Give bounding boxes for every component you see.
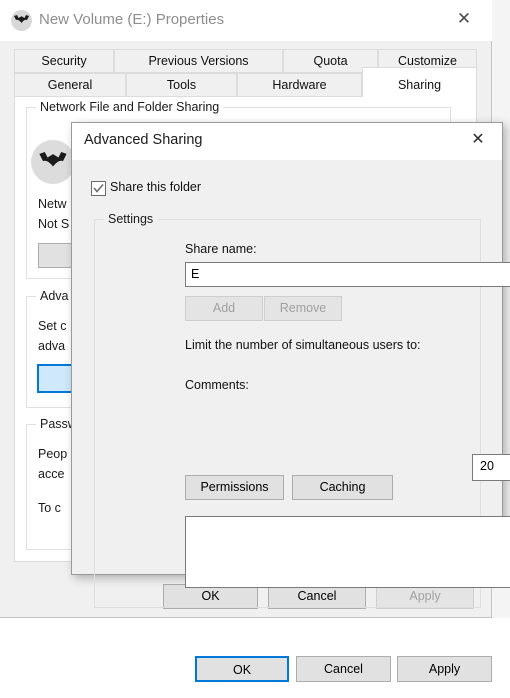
advanced-group-label: Adva — [36, 289, 73, 303]
close-icon[interactable]: ✕ — [456, 124, 500, 155]
password-text-line-1: Peop — [38, 447, 68, 461]
tab-tools[interactable]: Tools — [126, 73, 237, 97]
dialog-ok-button[interactable]: OK — [195, 656, 289, 682]
simultaneous-users-value: 20 — [480, 459, 494, 473]
share-this-folder-label: Share this folder — [110, 180, 202, 194]
advanced-sharing-titlebar: Advanced Sharing ✕ — [72, 123, 502, 160]
share-this-folder-checkbox[interactable] — [91, 181, 106, 196]
remove-button: Remove — [264, 296, 342, 321]
dialog-apply-button[interactable]: Apply — [397, 656, 492, 682]
network-group-label: Network File and Folder Sharing — [36, 100, 224, 114]
bat-icon — [11, 10, 32, 31]
network-share-bat-icon — [31, 140, 75, 184]
limit-users-label: Limit the number of simultaneous users t… — [185, 338, 421, 352]
settings-group-label: Settings — [104, 212, 158, 226]
share-name-text: Netw — [38, 197, 67, 211]
dialog-button-bar: OK Cancel Apply — [72, 648, 504, 698]
share-name-label: Share name: — [185, 242, 257, 256]
password-text-line-2: acce — [38, 467, 65, 481]
properties-tabstrip: Security Previous Versions Quota Customi… — [14, 49, 477, 97]
advanced-sharing-dialog: Advanced Sharing ✕ Share this folder Set… — [71, 122, 510, 682]
add-button: Add — [185, 296, 263, 321]
share-status-text: Not S — [38, 217, 70, 231]
tab-security[interactable]: Security — [14, 49, 114, 73]
tab-general[interactable]: General — [14, 73, 126, 97]
comments-textarea[interactable] — [185, 516, 510, 588]
close-icon[interactable]: ✕ — [442, 2, 486, 35]
caching-button[interactable]: Caching — [292, 475, 393, 500]
properties-titlebar: New Volume (E:) Properties ✕ — [0, 0, 492, 41]
tab-previous-versions[interactable]: Previous Versions — [114, 49, 283, 73]
share-name-input[interactable]: E — [185, 262, 510, 287]
simultaneous-users-stepper[interactable]: 20 — [472, 454, 510, 481]
dialog-title: Advanced Sharing — [84, 132, 203, 148]
tab-hardware[interactable]: Hardware — [237, 73, 362, 97]
tab-row-2: General Tools Hardware Sharing — [14, 67, 477, 97]
password-text-line-3: To c — [38, 501, 61, 515]
permissions-button[interactable]: Permissions — [185, 475, 284, 500]
advanced-text-line-2: adva — [38, 339, 66, 353]
comments-label: Comments: — [185, 378, 249, 392]
page-title: New Volume (E:) Properties — [39, 11, 225, 28]
advanced-text-line-1: Set c — [38, 319, 67, 333]
dialog-cancel-button[interactable]: Cancel — [296, 656, 391, 682]
tab-sharing[interactable]: Sharing — [362, 67, 477, 97]
